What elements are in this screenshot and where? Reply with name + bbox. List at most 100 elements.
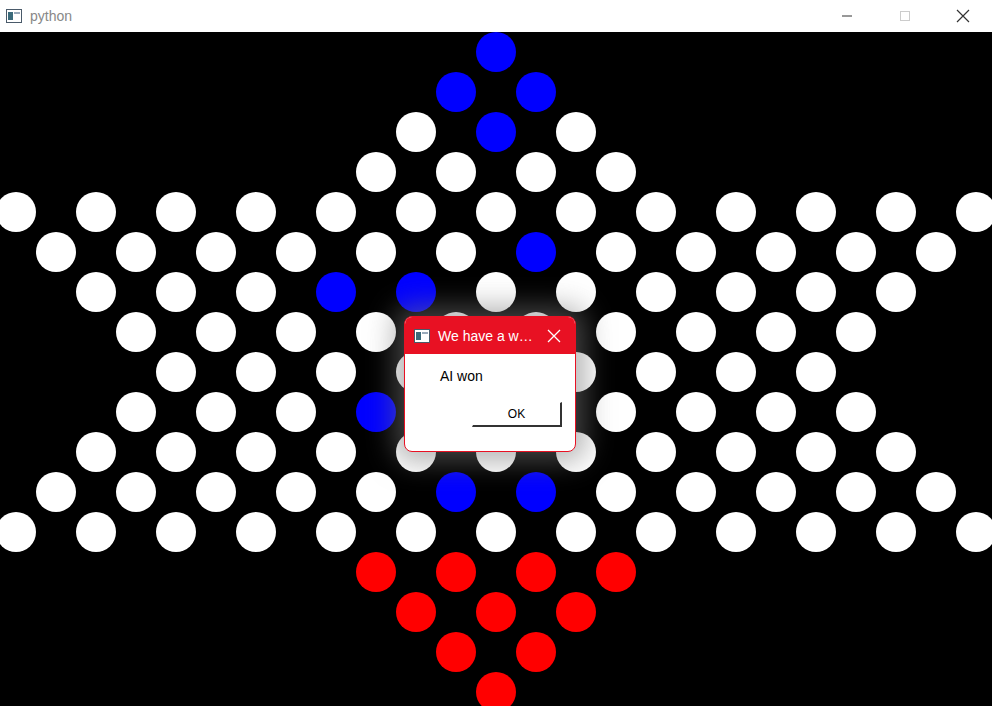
board-hole[interactable] bbox=[876, 432, 916, 472]
board-hole[interactable] bbox=[436, 232, 476, 272]
board-hole[interactable] bbox=[836, 472, 876, 512]
board-hole[interactable] bbox=[356, 472, 396, 512]
ok-button[interactable]: OK bbox=[472, 402, 562, 427]
board-hole[interactable] bbox=[716, 272, 756, 312]
board-hole[interactable] bbox=[956, 512, 992, 552]
board-hole[interactable] bbox=[796, 432, 836, 472]
board-hole[interactable] bbox=[596, 232, 636, 272]
board-hole[interactable] bbox=[316, 272, 356, 312]
board-hole[interactable] bbox=[316, 512, 356, 552]
board-hole[interactable] bbox=[756, 392, 796, 432]
board-hole[interactable] bbox=[876, 512, 916, 552]
board-hole[interactable] bbox=[156, 192, 196, 232]
close-button[interactable] bbox=[934, 0, 992, 32]
board-hole[interactable] bbox=[116, 392, 156, 432]
board-hole[interactable] bbox=[836, 232, 876, 272]
board-hole[interactable] bbox=[756, 232, 796, 272]
board-hole[interactable] bbox=[36, 472, 76, 512]
board-hole[interactable] bbox=[516, 472, 556, 512]
board-hole[interactable] bbox=[436, 632, 476, 672]
board-hole[interactable] bbox=[0, 192, 36, 232]
board-hole[interactable] bbox=[436, 552, 476, 592]
board-hole[interactable] bbox=[396, 592, 436, 632]
board-hole[interactable] bbox=[596, 552, 636, 592]
board-hole[interactable] bbox=[636, 192, 676, 232]
board-hole[interactable] bbox=[716, 512, 756, 552]
board-hole[interactable] bbox=[396, 192, 436, 232]
board-hole[interactable] bbox=[516, 72, 556, 112]
board-hole[interactable] bbox=[116, 472, 156, 512]
board-hole[interactable] bbox=[236, 432, 276, 472]
board-hole[interactable] bbox=[596, 152, 636, 192]
board-hole[interactable] bbox=[676, 312, 716, 352]
board-hole[interactable] bbox=[836, 312, 876, 352]
board-hole[interactable] bbox=[476, 272, 516, 312]
board-hole[interactable] bbox=[196, 312, 236, 352]
board-hole[interactable] bbox=[556, 192, 596, 232]
board-hole[interactable] bbox=[156, 272, 196, 312]
board-hole[interactable] bbox=[316, 432, 356, 472]
board-hole[interactable] bbox=[476, 512, 516, 552]
board-hole[interactable] bbox=[396, 112, 436, 152]
board-hole[interactable] bbox=[596, 312, 636, 352]
board-hole[interactable] bbox=[556, 512, 596, 552]
board-hole[interactable] bbox=[796, 192, 836, 232]
board-hole[interactable] bbox=[916, 472, 956, 512]
board-hole[interactable] bbox=[196, 472, 236, 512]
board-hole[interactable] bbox=[916, 232, 956, 272]
board-hole[interactable] bbox=[516, 552, 556, 592]
board-hole[interactable] bbox=[556, 112, 596, 152]
board-hole[interactable] bbox=[116, 312, 156, 352]
board-hole[interactable] bbox=[316, 192, 356, 232]
board-hole[interactable] bbox=[476, 32, 516, 72]
board-hole[interactable] bbox=[436, 72, 476, 112]
board-hole[interactable] bbox=[276, 232, 316, 272]
board-hole[interactable] bbox=[516, 632, 556, 672]
board-hole[interactable] bbox=[476, 592, 516, 632]
board-hole[interactable] bbox=[76, 192, 116, 232]
board-hole[interactable] bbox=[676, 392, 716, 432]
board-hole[interactable] bbox=[476, 192, 516, 232]
board-hole[interactable] bbox=[876, 272, 916, 312]
board-hole[interactable] bbox=[716, 192, 756, 232]
board-hole[interactable] bbox=[436, 152, 476, 192]
board-hole[interactable] bbox=[356, 552, 396, 592]
board-hole[interactable] bbox=[676, 232, 716, 272]
board-hole[interactable] bbox=[276, 312, 316, 352]
board-hole[interactable] bbox=[756, 312, 796, 352]
board-hole[interactable] bbox=[356, 312, 396, 352]
board-hole[interactable] bbox=[436, 472, 476, 512]
board-hole[interactable] bbox=[796, 272, 836, 312]
board-hole[interactable] bbox=[676, 472, 716, 512]
board-hole[interactable] bbox=[556, 592, 596, 632]
board-hole[interactable] bbox=[556, 272, 596, 312]
board-hole[interactable] bbox=[956, 192, 992, 232]
board-hole[interactable] bbox=[356, 232, 396, 272]
board-hole[interactable] bbox=[796, 352, 836, 392]
board-hole[interactable] bbox=[636, 272, 676, 312]
board-hole[interactable] bbox=[876, 192, 916, 232]
board-hole[interactable] bbox=[196, 392, 236, 432]
board-hole[interactable] bbox=[116, 232, 156, 272]
board-hole[interactable] bbox=[316, 352, 356, 392]
board-hole[interactable] bbox=[596, 472, 636, 512]
board-hole[interactable] bbox=[796, 512, 836, 552]
board-hole[interactable] bbox=[356, 392, 396, 432]
board-hole[interactable] bbox=[236, 272, 276, 312]
board-hole[interactable] bbox=[396, 272, 436, 312]
board-hole[interactable] bbox=[356, 152, 396, 192]
board-hole[interactable] bbox=[156, 432, 196, 472]
board-hole[interactable] bbox=[76, 512, 116, 552]
board-hole[interactable] bbox=[476, 112, 516, 152]
board-hole[interactable] bbox=[476, 672, 516, 706]
board-hole[interactable] bbox=[236, 192, 276, 232]
board-hole[interactable] bbox=[636, 352, 676, 392]
board-hole[interactable] bbox=[756, 472, 796, 512]
board-hole[interactable] bbox=[76, 272, 116, 312]
board-hole[interactable] bbox=[0, 512, 36, 552]
board-hole[interactable] bbox=[276, 392, 316, 432]
close-icon[interactable] bbox=[547, 329, 561, 343]
board-hole[interactable] bbox=[636, 512, 676, 552]
board-hole[interactable] bbox=[516, 232, 556, 272]
board-hole[interactable] bbox=[716, 432, 756, 472]
